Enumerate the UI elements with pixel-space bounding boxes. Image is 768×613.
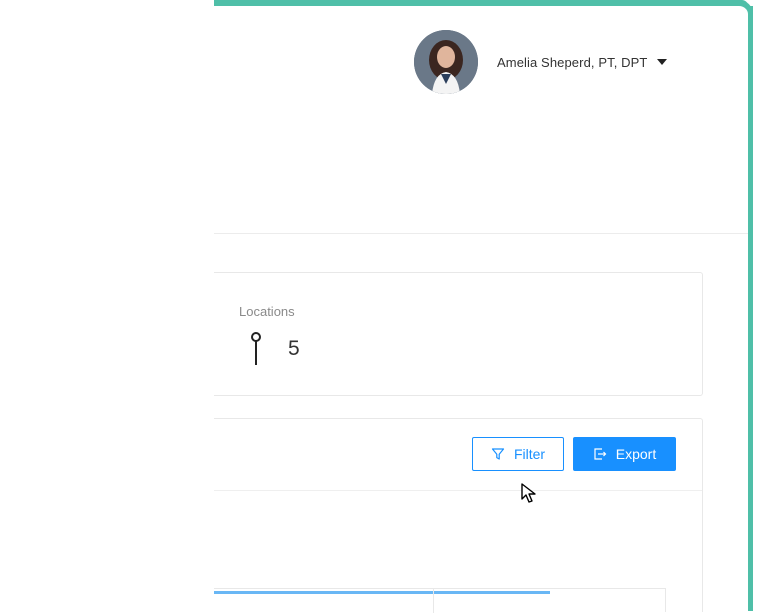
column-divider xyxy=(433,589,434,613)
filter-button[interactable]: Filter xyxy=(472,437,564,471)
export-label: Export xyxy=(615,446,657,462)
table-header xyxy=(214,588,666,613)
frame-corner xyxy=(736,0,753,18)
user-name[interactable]: Amelia Sheperd, PT, DPT xyxy=(497,55,647,70)
mouse-cursor-icon xyxy=(521,483,536,503)
user-menu[interactable]: Amelia Sheperd, PT, DPT xyxy=(414,30,668,94)
locations-label: Locations xyxy=(239,304,295,319)
card-divider xyxy=(214,490,702,491)
loading-bar xyxy=(214,591,550,594)
avatar[interactable] xyxy=(414,30,478,94)
location-pin-icon xyxy=(251,332,261,365)
filter-label: Filter xyxy=(513,446,546,462)
stats-card: Locations 5 xyxy=(214,272,703,396)
frame-right-border xyxy=(748,6,753,611)
frame-top-border xyxy=(214,0,748,6)
export-button[interactable]: Export xyxy=(573,437,676,471)
filter-funnel-icon xyxy=(491,448,505,460)
table-card: Filter Export xyxy=(214,418,703,613)
header-divider xyxy=(214,233,748,234)
locations-value: 5 xyxy=(288,337,300,360)
caret-down-icon[interactable] xyxy=(657,59,668,65)
user-avatar-icon xyxy=(414,30,478,94)
export-icon xyxy=(594,448,607,460)
